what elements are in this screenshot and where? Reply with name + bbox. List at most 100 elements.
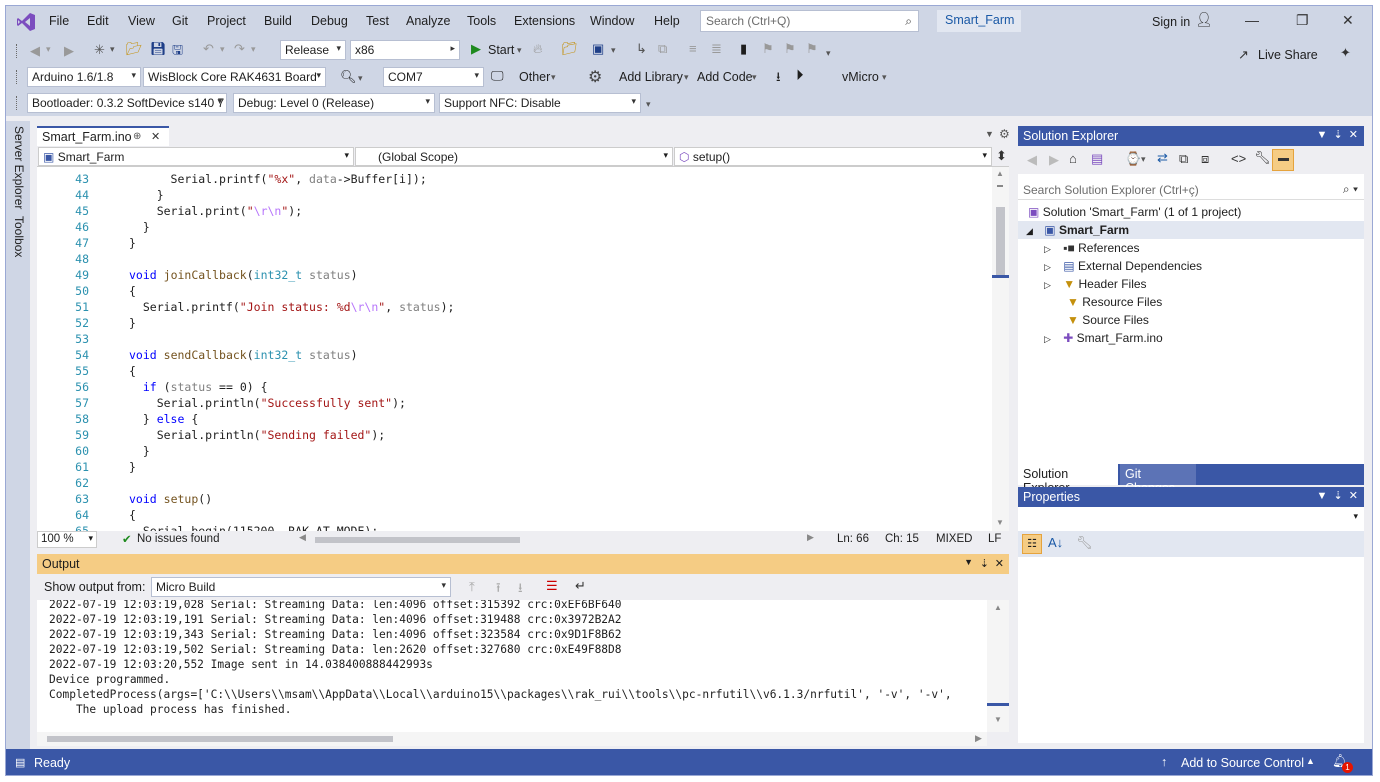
menu-test[interactable]: Test <box>366 14 389 28</box>
tree-resource-files[interactable]: ▼ Resource Files <box>1067 293 1162 311</box>
close-panel-icon[interactable]: ✕ <box>995 557 1004 570</box>
add-code-dropdown-icon[interactable]: ▾ <box>752 72 757 83</box>
properties-object-select[interactable]: ▾ <box>1018 507 1364 531</box>
redo-icon[interactable]: ↷ <box>234 41 245 57</box>
menu-window[interactable]: Window <box>590 14 634 28</box>
debug-play-icon[interactable]: ⏵ <box>796 67 804 84</box>
scroll-down-icon[interactable]: ▼ <box>996 518 1004 527</box>
toolbar-overflow-icon[interactable]: ▾ <box>646 99 651 110</box>
scroll-up-icon[interactable]: ▲ <box>996 169 1004 178</box>
pin-icon[interactable]: ⇣ <box>980 557 989 570</box>
solution-platform-select[interactable]: x86 ▸ <box>350 40 460 60</box>
properties-wrench-icon[interactable]: 🔧︎ <box>1254 150 1271 166</box>
panel-window-controls[interactable]: ▼ ⇣ ✕ <box>1316 489 1358 502</box>
start-debugging-button[interactable]: Start <box>488 43 514 57</box>
upload-icon[interactable]: ⭳ <box>776 68 781 90</box>
member-nav-select[interactable]: ⬡ setup() ▾ <box>674 147 992 166</box>
code-line[interactable]: 45 Serial.print("\r\n"); <box>37 203 992 219</box>
board-version-select[interactable]: Arduino 1.6/1.8 ▾ <box>27 67 141 87</box>
tree-project[interactable]: ◢ ▣ Smart_Farm <box>1018 221 1364 239</box>
code-line[interactable]: 44 } <box>37 187 992 203</box>
close-window-button[interactable]: ✕ <box>1342 12 1354 29</box>
pin-icon[interactable]: ⊕ <box>133 131 141 142</box>
menu-help[interactable]: Help <box>654 14 680 28</box>
go-to-message-icon[interactable]: ⤒ <box>469 579 475 595</box>
output-source-select[interactable]: Micro Build ▾ <box>151 577 451 597</box>
code-text-area[interactable]: 43 Serial.printf("%x", data->Buffer[i]);… <box>37 167 992 531</box>
code-line[interactable]: 47} <box>37 235 992 251</box>
vmicro-menu[interactable]: vMicro <box>842 70 879 84</box>
close-tab-icon[interactable]: ✕ <box>151 130 160 143</box>
minimize-button[interactable]: — <box>1245 12 1259 28</box>
tab-smart-farm-ino[interactable]: Smart_Farm.ino ⊕ ✕ <box>37 126 169 146</box>
horizontal-scroll-thumb[interactable] <box>315 537 520 543</box>
tree-external-dependencies[interactable]: ▷ ▤ External Dependencies <box>1044 257 1202 275</box>
tab-git-changes[interactable]: Git Changes <box>1120 464 1196 495</box>
output-horizontal-scrollbar[interactable]: ▶ <box>37 732 987 746</box>
add-user-icon[interactable]: 👤︎ <box>1195 11 1213 28</box>
bookmark-icon[interactable]: ▮ <box>740 41 747 57</box>
clear-bookmarks-icon[interactable]: ⚑ <box>806 41 818 57</box>
zoom-select[interactable]: 100 % ▾ <box>37 531 97 548</box>
horizontal-scroll-thumb[interactable] <box>47 736 393 742</box>
preview-selected-button[interactable] <box>1272 149 1294 171</box>
categorized-icon[interactable]: ☷ <box>1022 534 1042 554</box>
encoding-indicator[interactable]: MIXED <box>936 533 972 545</box>
scroll-down-icon[interactable]: ▼ <box>994 715 1002 724</box>
menu-project[interactable]: Project <box>207 14 246 28</box>
sync-icon[interactable]: ⇄ <box>1157 150 1168 166</box>
pending-changes-icon[interactable]: ⌚ <box>1125 151 1141 167</box>
code-line[interactable]: 48 <box>37 251 992 267</box>
scroll-left-icon[interactable]: ◀ <box>299 532 306 543</box>
code-line[interactable]: 59 Serial.println("Sending failed"); <box>37 427 992 443</box>
add-library-dropdown-icon[interactable]: ▾ <box>684 72 689 83</box>
live-share-icon[interactable]: ↗ <box>1238 47 1249 63</box>
previous-message-icon[interactable]: ⭱ <box>496 579 501 601</box>
save-all-icon[interactable]: 🖫 <box>172 41 183 63</box>
code-line[interactable]: 65 Serial.begin(115200, RAK_AT_MODE); <box>37 523 992 531</box>
back-dropdown-icon[interactable]: ▾ <box>46 44 51 55</box>
forward-icon[interactable]: ▶ <box>1049 152 1059 168</box>
collapsed-arrow-icon[interactable]: ▷ <box>1044 280 1051 290</box>
alphabetical-icon[interactable]: A↓ <box>1048 535 1063 550</box>
hot-reload-icon[interactable]: 🔥︎ <box>533 41 543 57</box>
tree-header-files[interactable]: ▷ ▼ Header Files <box>1044 275 1147 293</box>
code-line[interactable]: 51 Serial.printf("Join status: %d\r\n", … <box>37 299 992 315</box>
vmicro-dropdown-icon[interactable]: ▾ <box>882 72 887 83</box>
settings-gear-icon[interactable]: ⚙ <box>588 67 602 87</box>
clear-all-icon[interactable]: ☰ <box>546 578 558 594</box>
split-window-icon[interactable]: ⬍ <box>996 148 1007 164</box>
tree-solution[interactable]: ▣ Solution 'Smart_Farm' (1 of 1 project) <box>1028 203 1241 221</box>
issues-indicator[interactable]: No issues found <box>137 533 219 545</box>
next-bookmark-icon[interactable]: ⚑ <box>784 41 796 57</box>
code-line[interactable]: 55 { <box>37 363 992 379</box>
code-line[interactable]: 61} <box>37 459 992 475</box>
menu-tools[interactable]: Tools <box>467 14 496 28</box>
scroll-right-icon[interactable]: ▶ <box>807 532 814 543</box>
start-dropdown-icon[interactable]: ▾ <box>517 45 522 56</box>
code-line[interactable]: 64 { <box>37 507 992 523</box>
view-code-icon[interactable]: <> <box>1231 151 1246 166</box>
menu-extensions[interactable]: Extensions <box>514 14 575 28</box>
port-select[interactable]: COM7 ▾ <box>383 67 484 87</box>
search-input[interactable]: Search (Ctrl+Q) ⌕ <box>700 10 919 32</box>
code-line[interactable]: 58 } else { <box>37 411 992 427</box>
add-to-source-control-button[interactable]: Add to Source Control <box>1181 756 1304 770</box>
editor-vertical-scrollbar[interactable]: ▲ ▼ <box>992 167 1009 531</box>
serial-monitor-icon[interactable]: 🖵︎ <box>491 68 504 84</box>
line-ending-indicator[interactable]: LF <box>988 533 1001 545</box>
board-select[interactable]: WisBlock Core RAK4631 Board ▾ <box>143 67 326 87</box>
undo-icon[interactable]: ↶ <box>203 41 214 57</box>
tree-references[interactable]: ▷ ▪■ References <box>1044 239 1140 257</box>
menu-git[interactable]: Git <box>172 14 188 28</box>
tree-source-files[interactable]: ▼ Source Files <box>1067 311 1149 329</box>
menu-debug[interactable]: Debug <box>311 14 348 28</box>
menu-file[interactable]: File <box>49 14 69 28</box>
redo-dropdown-icon[interactable]: ▾ <box>251 44 256 55</box>
undo-dropdown-icon[interactable]: ▾ <box>220 44 225 55</box>
switch-views-icon[interactable]: ▤ <box>1091 151 1103 167</box>
find-in-files-icon[interactable]: 📁︎ <box>561 41 578 57</box>
pending-dropdown-icon[interactable]: ▾ <box>1141 154 1146 165</box>
menu-view[interactable]: View <box>128 14 155 28</box>
debug-level-select[interactable]: Debug: Level 0 (Release) ▾ <box>233 93 435 113</box>
